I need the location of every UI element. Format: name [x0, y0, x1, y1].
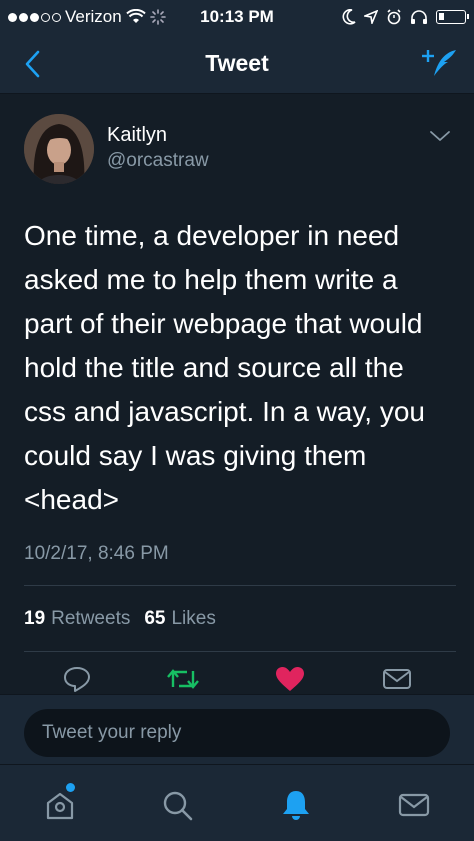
- retweet-button[interactable]: [166, 664, 200, 694]
- bell-icon: [283, 791, 309, 820]
- moon-icon: [342, 9, 356, 25]
- retweet-icon: [167, 669, 199, 689]
- heart-icon: [276, 667, 304, 691]
- tweet-text-line: asked me to help them write a: [24, 264, 398, 295]
- tab-home[interactable]: [40, 785, 80, 825]
- alarm-icon: [387, 9, 401, 25]
- likes-label: Likes: [171, 608, 216, 629]
- tab-notifications[interactable]: [276, 785, 316, 825]
- tweet-actions: [0, 664, 474, 694]
- nav-bar: Tweet: [0, 34, 474, 94]
- compose-tweet-button[interactable]: [420, 44, 460, 84]
- reply-input[interactable]: Tweet your reply: [24, 709, 450, 757]
- activity-spinner-icon: [149, 9, 166, 25]
- reply-button[interactable]: [60, 664, 94, 694]
- location-icon: [364, 10, 378, 24]
- tab-search[interactable]: [157, 785, 197, 825]
- more-options-button[interactable]: [428, 128, 452, 144]
- avatar[interactable]: [24, 114, 94, 184]
- home-icon: [46, 792, 74, 820]
- headphones-icon: [411, 10, 427, 24]
- carrier-label: Verizon: [65, 7, 122, 26]
- tweet-text-line: css and javascript. In a way, you: [24, 396, 425, 427]
- divider: [24, 651, 456, 652]
- retweets-stat[interactable]: 19 Retweets: [24, 608, 130, 630]
- reply-icon: [64, 667, 90, 692]
- tweet-timestamp: 10/2/17, 8:46 PM: [24, 543, 169, 564]
- tab-bar: [0, 764, 474, 841]
- reply-bar: Tweet your reply: [0, 694, 474, 764]
- retweets-count: 19: [24, 608, 46, 629]
- message-button[interactable]: [380, 664, 414, 694]
- status-bar: Verizon 10:13 PM: [0, 0, 474, 34]
- status-left: Verizon: [8, 7, 342, 27]
- tweet-text-line: part of their webpage that would: [24, 308, 423, 339]
- signal-icon: [8, 12, 61, 22]
- tweet-text-line: One time, a developer in need: [24, 220, 400, 251]
- retweets-label: Retweets: [51, 608, 131, 629]
- likes-stat[interactable]: 65 Likes: [144, 608, 216, 630]
- like-button[interactable]: [273, 664, 307, 694]
- tweet-detail: Kaitlyn @orcastraw One time, a developer…: [0, 94, 474, 694]
- engagement-stats: 19 Retweets 65 Likes: [24, 608, 216, 630]
- tweet-text: One time, a developer in need asked me t…: [24, 214, 454, 522]
- compose-icon: [422, 50, 456, 76]
- envelope-icon: [398, 793, 430, 817]
- chevron-down-icon: [430, 131, 450, 141]
- tab-messages[interactable]: [394, 785, 434, 825]
- new-items-dot: [66, 783, 75, 792]
- author-name[interactable]: Kaitlyn: [107, 124, 167, 147]
- avatar-image: [24, 114, 94, 184]
- page-title: Tweet: [205, 50, 269, 76]
- wifi-icon: [126, 9, 146, 23]
- tweet-text-line: <head>: [24, 484, 119, 515]
- tweet-text-line: hold the title and source all the: [24, 352, 404, 383]
- divider: [24, 585, 456, 586]
- author-handle[interactable]: @orcastraw: [107, 150, 209, 172]
- tweet-text-line: could say I was giving them: [24, 440, 367, 471]
- battery-icon: [436, 10, 469, 24]
- search-icon: [163, 791, 193, 821]
- likes-count: 65: [144, 608, 166, 629]
- envelope-icon: [383, 669, 411, 689]
- status-right: [342, 9, 469, 25]
